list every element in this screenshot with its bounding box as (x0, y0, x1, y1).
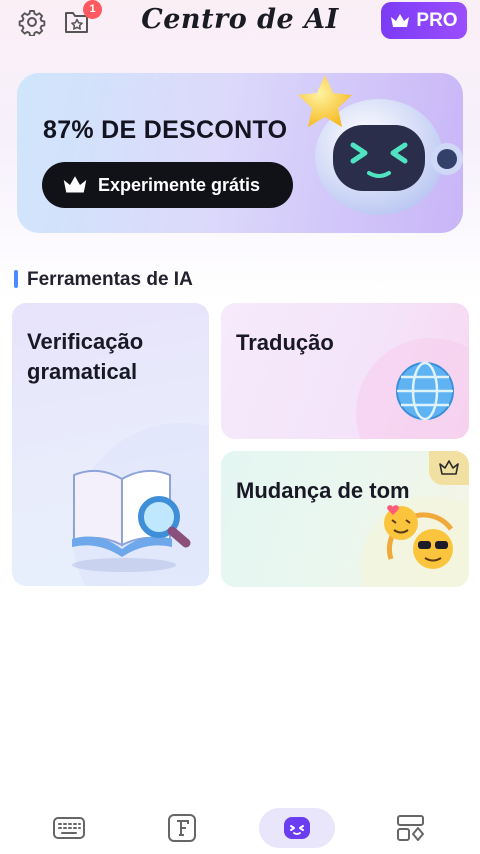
pro-button[interactable]: PRO (381, 2, 467, 39)
ai-robot-icon (284, 817, 310, 839)
nav-tools[interactable] (386, 808, 436, 848)
bottom-navigation (0, 800, 480, 854)
fonts-icon (168, 814, 196, 842)
nav-ai-hub[interactable] (259, 808, 335, 848)
pro-label: PRO (416, 9, 458, 31)
robot-mascot-icon (298, 75, 463, 215)
section-accent-bar (14, 270, 18, 288)
app-header: 1 Centro de AI PRO (0, 0, 480, 48)
crown-icon (63, 176, 87, 193)
nav-keyboard[interactable] (44, 808, 94, 848)
tool-card-grammar-check[interactable]: Verificação gramatical (12, 303, 209, 586)
crown-icon (391, 13, 410, 27)
free-trial-button[interactable]: Experimente grátis (42, 162, 293, 208)
promo-banner[interactable]: 87% DE DESCONTO Experimente grátis (17, 73, 463, 233)
section-title: Ferramentas de IA (27, 269, 193, 290)
free-trial-label: Experimente grátis (98, 174, 261, 195)
book-magnifier-icon (72, 423, 209, 586)
keyboard-icon (53, 817, 85, 839)
tool-card-translation[interactable]: Tradução (221, 303, 469, 439)
tools-icon (397, 815, 424, 841)
tool-card-tone-change[interactable]: Mudança de tom (221, 451, 469, 587)
promo-title: 87% DE DESCONTO (43, 116, 288, 144)
nav-fonts[interactable] (157, 808, 207, 848)
globe-icon (356, 338, 469, 439)
emoji-faces-icon (361, 496, 469, 587)
